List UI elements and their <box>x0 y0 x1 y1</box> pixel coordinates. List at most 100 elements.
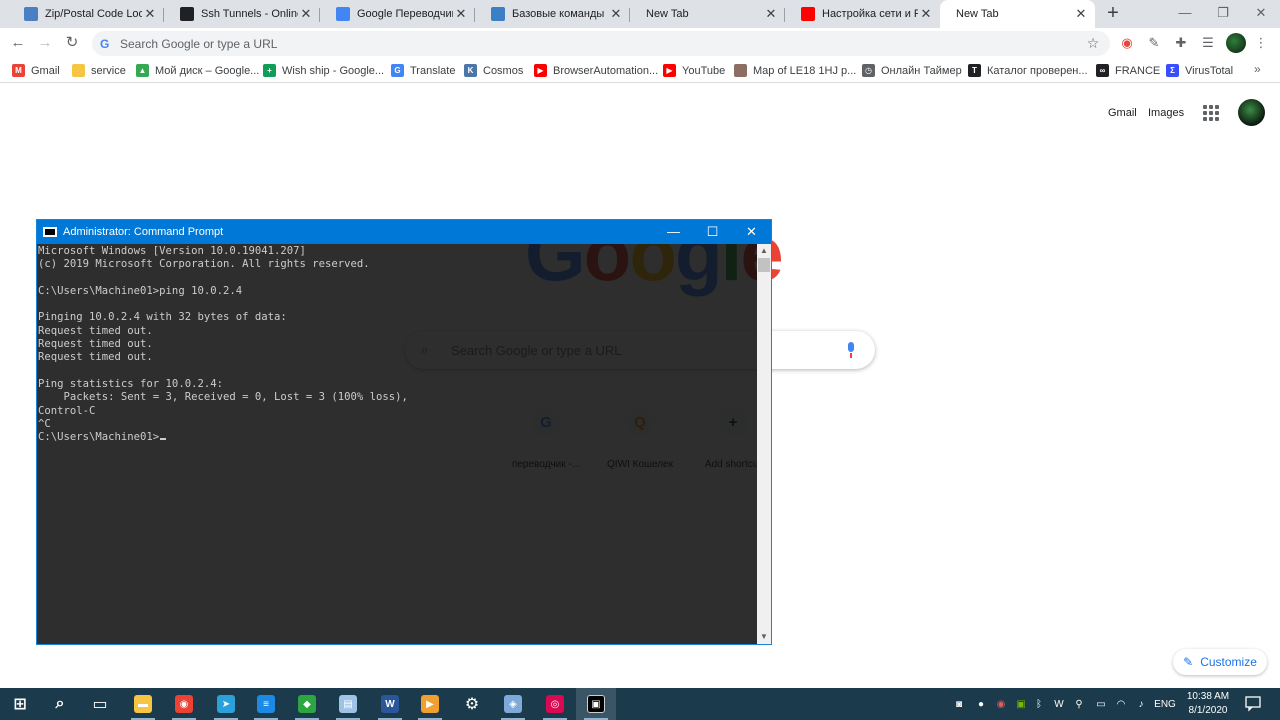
tab-title: New Tab <box>646 8 689 20</box>
tab-close-icon[interactable]: ✕ <box>298 6 314 22</box>
tab-6[interactable]: Настройка сети и RDP✕ <box>785 0 940 28</box>
word-icon[interactable]: W <box>370 688 410 720</box>
console-line: Microsoft Windows [Version 10.0.19041.20… <box>38 245 306 257</box>
microphone-icon[interactable] <box>845 342 857 358</box>
cmd-console-output[interactable]: Microsoft Windows [Version 10.0.19041.20… <box>37 244 757 644</box>
extension-colorful-icon[interactable]: ◉ <box>1118 34 1136 52</box>
youtube-icon: ▶ <box>534 64 547 77</box>
scroll-thumb[interactable] <box>758 258 770 272</box>
extensions-puzzle-icon[interactable]: ✚ <box>1172 34 1190 52</box>
language-indicator[interactable]: ENG <box>1152 688 1178 720</box>
bookmark-item[interactable]: M Gmail <box>12 62 60 79</box>
tray-bluetooth-icon[interactable]: ᛒ <box>1032 688 1046 720</box>
system-clock[interactable]: 10:38 AM 8/1/2020 <box>1180 690 1236 718</box>
task-view-icon[interactable]: ▭ <box>80 688 120 720</box>
profile-avatar[interactable] <box>1226 33 1246 53</box>
bookmark-item[interactable]: G Translate <box>391 62 455 79</box>
volume-icon[interactable]: ♪ <box>1132 688 1150 720</box>
google-apps-icon[interactable] <box>1203 105 1219 121</box>
wifi-icon[interactable]: ◠ <box>1112 688 1130 720</box>
translate-icon <box>336 7 350 21</box>
bookmark-item[interactable]: T Каталог проверен... <box>968 62 1088 79</box>
bookmark-item[interactable]: ∞ FRANCE <box>1096 62 1160 79</box>
start-button[interactable]: ⊞ <box>0 688 40 720</box>
bookmark-item[interactable]: ▶ YouTube <box>663 62 725 79</box>
taskbar-app-glyph: ▭ <box>92 696 108 713</box>
cmd-title: Administrator: Command Prompt <box>63 226 224 238</box>
chrome-icon[interactable]: ◉ <box>164 688 204 720</box>
new-tab-button[interactable]: + <box>1102 3 1124 25</box>
notepad-icon[interactable]: ▤ <box>328 688 368 720</box>
settings-icon[interactable]: ⚙ <box>452 688 492 720</box>
search-icon[interactable]: ⌕ <box>40 688 80 720</box>
cmd-title-bar[interactable]: Administrator: Command Prompt — ☐ ✕ <box>37 220 771 244</box>
bookmark-star-icon[interactable]: ☆ <box>1084 35 1102 52</box>
chrome-maximize-button[interactable]: ❐ <box>1204 0 1242 28</box>
file-explorer-icon[interactable]: ▬ <box>123 688 163 720</box>
tab-4[interactable]: Базовые команды Linux✕ <box>475 0 630 28</box>
tab-close-icon[interactable]: ✕ <box>608 6 624 22</box>
tray-red-app-icon[interactable]: ◉ <box>992 688 1010 720</box>
tab-2[interactable]: Ssh Tunnels - Online SSH✕ <box>164 0 320 28</box>
notification-center-icon[interactable] <box>1244 694 1262 712</box>
forward-button[interactable]: → <box>35 33 55 53</box>
cmd-close-button[interactable]: ✕ <box>732 220 771 244</box>
scroll-down-arrow-icon[interactable]: ▼ <box>757 630 771 644</box>
virtualbox-icon[interactable]: ◈ <box>493 688 533 720</box>
chrome-minimize-button[interactable]: — <box>1166 0 1204 28</box>
tab-close-icon[interactable]: ✕ <box>142 6 158 22</box>
tab-close-icon[interactable]: ✕ <box>763 6 779 22</box>
bookmark-item[interactable]: service <box>72 62 126 79</box>
chrome-menu-icon[interactable]: ⋮ <box>1252 34 1270 52</box>
account-avatar[interactable] <box>1238 99 1265 126</box>
tray-nvidia-icon[interactable]: ▣ <box>1012 688 1030 720</box>
bookmark-item[interactable]: ▶ BrowserAutomation... <box>534 62 658 79</box>
images-link[interactable]: Images <box>1148 107 1184 119</box>
customize-button[interactable]: ✎ Customize <box>1173 649 1267 675</box>
cmd-scrollbar[interactable]: ▲ ▼ <box>757 244 771 644</box>
tray-skype-icon[interactable]: ◙ <box>950 688 968 720</box>
green-app-icon[interactable]: ◆ <box>287 688 327 720</box>
chrome-close-button[interactable]: ✕ <box>1242 0 1280 28</box>
tab-1[interactable]: Zip/Postal Code Lookup✕ <box>8 0 164 28</box>
taskbar-app-glyph: ▶ <box>421 695 439 713</box>
address-bar[interactable]: G Search Google or type a URL ☆ <box>92 31 1110 56</box>
scroll-up-arrow-icon[interactable]: ▲ <box>757 244 771 258</box>
bookmark-item[interactable]: Σ VirusTotal <box>1166 62 1233 79</box>
bookmark-item[interactable]: ▲ Мой диск – Google... <box>136 62 259 79</box>
gmail-link[interactable]: Gmail <box>1108 107 1137 119</box>
debian-icon[interactable]: ◎ <box>535 688 575 720</box>
tray-w-icon[interactable]: W <box>1050 688 1068 720</box>
stacks-icon[interactable]: ≡ <box>246 688 286 720</box>
console-line: Ping statistics for 10.0.2.4: <box>38 377 223 390</box>
bookmark-item[interactable]: Map of LE18 1HJ p... <box>734 62 856 79</box>
tray-chat-icon[interactable]: ● <box>972 688 990 720</box>
tab-close-icon[interactable]: ✕ <box>1073 6 1089 22</box>
tab-close-icon[interactable]: ✕ <box>918 6 934 22</box>
bookmark-item[interactable]: + Wish ship - Google... <box>263 62 384 79</box>
tray-mic-icon[interactable]: ⚲ <box>1072 688 1086 720</box>
extension-shield-icon[interactable]: ✎ <box>1145 34 1163 52</box>
cmd-icon[interactable]: ▣ <box>576 688 616 720</box>
command-prompt-window[interactable]: Administrator: Command Prompt — ☐ ✕ Micr… <box>36 219 772 645</box>
reading-list-icon[interactable]: ☰ <box>1199 34 1217 52</box>
battery-icon[interactable]: ▭ <box>1092 688 1110 720</box>
tab-5[interactable]: New Tab ✕ <box>630 0 785 28</box>
telegram-icon[interactable]: ➤ <box>206 688 246 720</box>
tab-3[interactable]: Google Переводчик ✕ <box>320 0 475 28</box>
bookmark-item[interactable]: K Cosmos <box>464 62 523 79</box>
console-prompt: C:\Users\Machine01> <box>38 431 160 444</box>
tab-title: Настройка сети и RDP <box>822 8 918 20</box>
tab-close-icon[interactable]: ✕ <box>453 6 469 22</box>
cmd-maximize-button[interactable]: ☐ <box>693 220 732 244</box>
bookmark-label: Map of LE18 1HJ p... <box>753 64 857 77</box>
bookmarks-more-icon[interactable]: » <box>1254 62 1261 76</box>
reload-button[interactable]: ↻ <box>62 33 82 53</box>
tab-7[interactable]: New Tab ✕ <box>940 0 1095 28</box>
bookmark-item[interactable]: ◷ Онлайн Таймер <box>862 62 962 79</box>
media-player-icon[interactable]: ▶ <box>410 688 450 720</box>
console-prompt-line[interactable]: C:\Users\Machine01> <box>37 431 757 444</box>
text-icon: T <box>968 64 981 77</box>
cmd-minimize-button[interactable]: — <box>654 220 693 244</box>
back-button[interactable]: ← <box>8 33 28 53</box>
